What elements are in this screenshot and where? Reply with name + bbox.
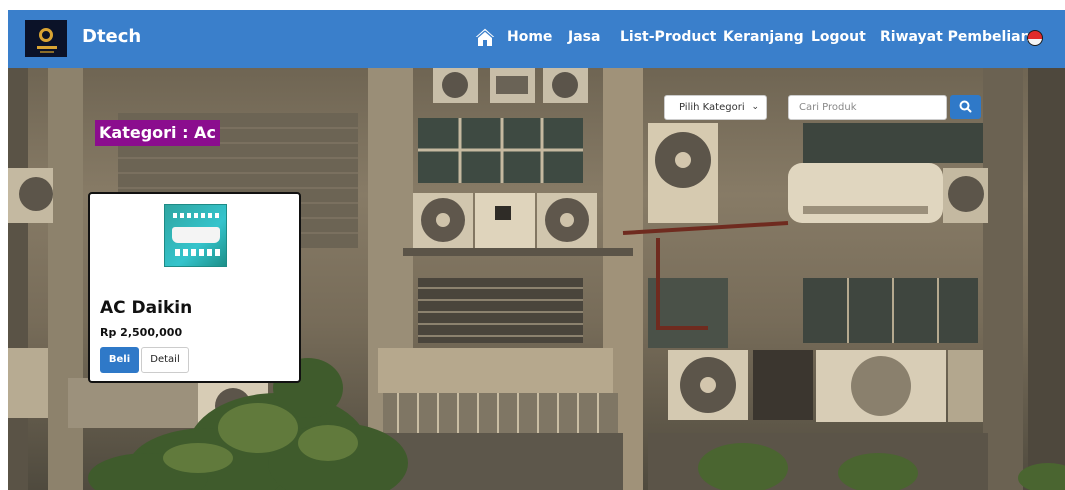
indonesia-flag-icon[interactable] [1027,30,1043,46]
nav-logout[interactable]: Logout [811,29,866,45]
search-input[interactable]: Cari Produk [788,95,947,120]
product-image[interactable] [164,204,227,267]
category-select-value: Pilih Kategori [679,102,745,113]
search-button[interactable] [950,95,981,119]
product-price: Rp 2,500,000 [100,326,183,339]
hero-background: Pilih Kategori ⌄ Cari Produk Kategori : … [8,68,1065,490]
page-frame: Dtech Home Jasa List-Product Keranjang L… [8,10,1065,490]
product-card: AC Daikin Rp 2,500,000 Beli Detail [88,192,301,383]
home-icon[interactable] [474,27,496,47]
nav-riwayat-pembelian[interactable]: Riwayat Pembelian [880,29,1031,45]
detail-button[interactable]: Detail [141,347,189,373]
category-select[interactable]: Pilih Kategori ⌄ [664,95,767,120]
search-icon [959,100,972,113]
nav-keranjang[interactable]: Keranjang [723,29,804,45]
buy-button[interactable]: Beli [100,347,139,373]
category-heading: Kategori : Ac [95,120,220,146]
nav-jasa[interactable]: Jasa [568,29,600,45]
chevron-down-icon: ⌄ [751,102,759,112]
nav-home[interactable]: Home [507,29,552,45]
brand-name[interactable]: Dtech [82,26,141,47]
brand-logo[interactable] [25,20,67,57]
product-name: AC Daikin [100,298,193,318]
nav-list-product[interactable]: List-Product [620,29,716,45]
navbar: Dtech Home Jasa List-Product Keranjang L… [8,10,1065,68]
